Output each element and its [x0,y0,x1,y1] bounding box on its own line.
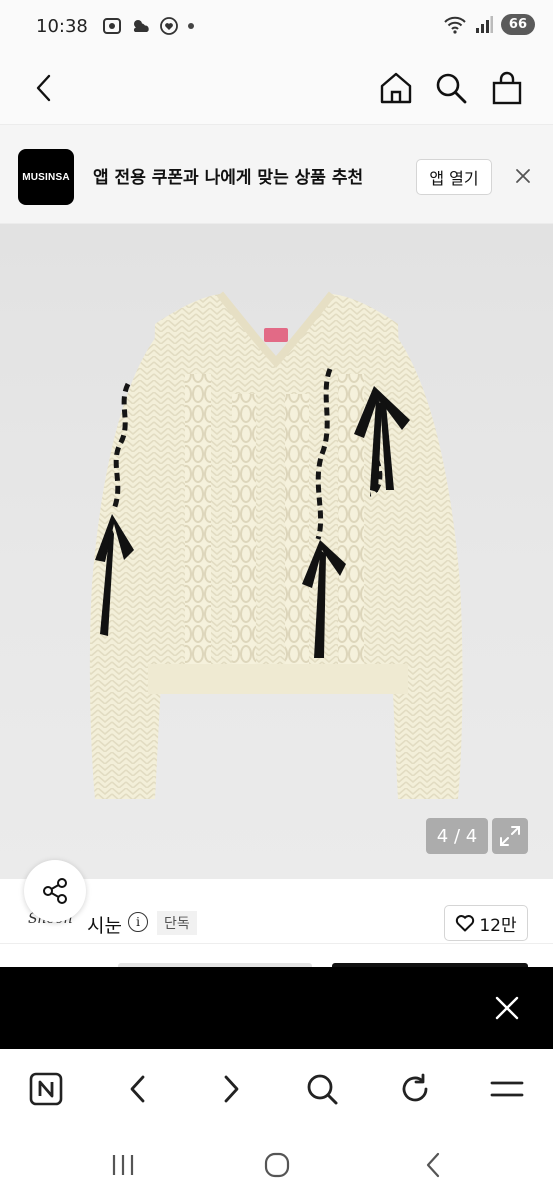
naver-home-icon [29,1072,63,1106]
browser-refresh-button[interactable] [395,1069,435,1109]
forward-icon [224,1075,239,1103]
battery-indicator: 66 [500,14,535,35]
divider [0,943,553,944]
expand-icon [500,826,520,846]
wifi-icon [444,16,466,34]
recent-apps-icon [112,1155,134,1175]
like-count: 12만 [479,915,517,936]
screenshot-icon [102,18,121,34]
banner-message: 앱 전용 쿠폰과 나에게 맞는 상품 추천 [93,168,364,188]
app-header [0,52,553,124]
system-back-button[interactable] [413,1147,453,1183]
refresh-icon [402,1073,428,1102]
overlay-bar [0,967,553,1049]
share-icon [43,878,67,904]
search-icon [436,73,467,104]
banner-close-button[interactable] [510,163,536,189]
heart-icon [159,17,178,35]
back-arrow-icon [36,74,51,102]
brand-info-icon[interactable]: i [128,912,148,932]
expand-image-button[interactable] [492,818,528,854]
back-icon [130,1075,145,1103]
brand-name[interactable]: 시눈 [87,911,122,938]
back-icon [426,1152,440,1178]
browser-toolbar [0,1049,553,1129]
cart-button[interactable] [487,68,527,108]
status-time: 10:38 [36,15,88,37]
heart-outline-icon [456,915,475,932]
browser-back-button[interactable] [118,1069,158,1109]
dot-icon [187,23,194,29]
overlay-close-button[interactable] [492,993,522,1023]
browser-forward-button[interactable] [211,1069,251,1109]
system-home-button[interactable] [257,1147,297,1183]
close-icon [495,996,519,1020]
shopping-bag-icon [492,71,522,105]
share-button[interactable] [24,860,86,922]
product-image [89,291,463,799]
home-icon [264,1152,290,1178]
back-button[interactable] [26,68,62,108]
naver-home-button[interactable] [26,1069,66,1109]
search-button[interactable] [431,68,471,108]
search-icon [307,1074,338,1105]
weather-icon [133,20,149,32]
home-button[interactable] [376,68,416,108]
browser-menu-button[interactable] [487,1069,527,1109]
recent-apps-button[interactable] [103,1147,143,1183]
status-bar: 10:38 66 [0,0,553,52]
app-download-banner: MUSINSA 앱 전용 쿠폰과 나에게 맞는 상품 추천 앱 열기 [0,124,553,224]
home-icon [380,72,412,104]
like-button[interactable]: 12만 [444,905,528,941]
musinsa-logo: MUSINSA [18,149,74,205]
image-page-indicator: 4 / 4 [426,818,488,854]
signal-icon [475,15,493,33]
status-right-group: 66 [443,14,535,35]
product-image-carousel[interactable]: 4 / 4 [0,224,553,879]
status-notification-icons [102,17,196,35]
menu-icon [490,1081,524,1097]
system-navigation-bar [0,1129,553,1200]
browser-search-button[interactable] [302,1069,342,1109]
exclusive-badge: 단독 [157,911,197,935]
open-app-button[interactable]: 앱 열기 [416,159,492,195]
close-icon [516,169,530,183]
